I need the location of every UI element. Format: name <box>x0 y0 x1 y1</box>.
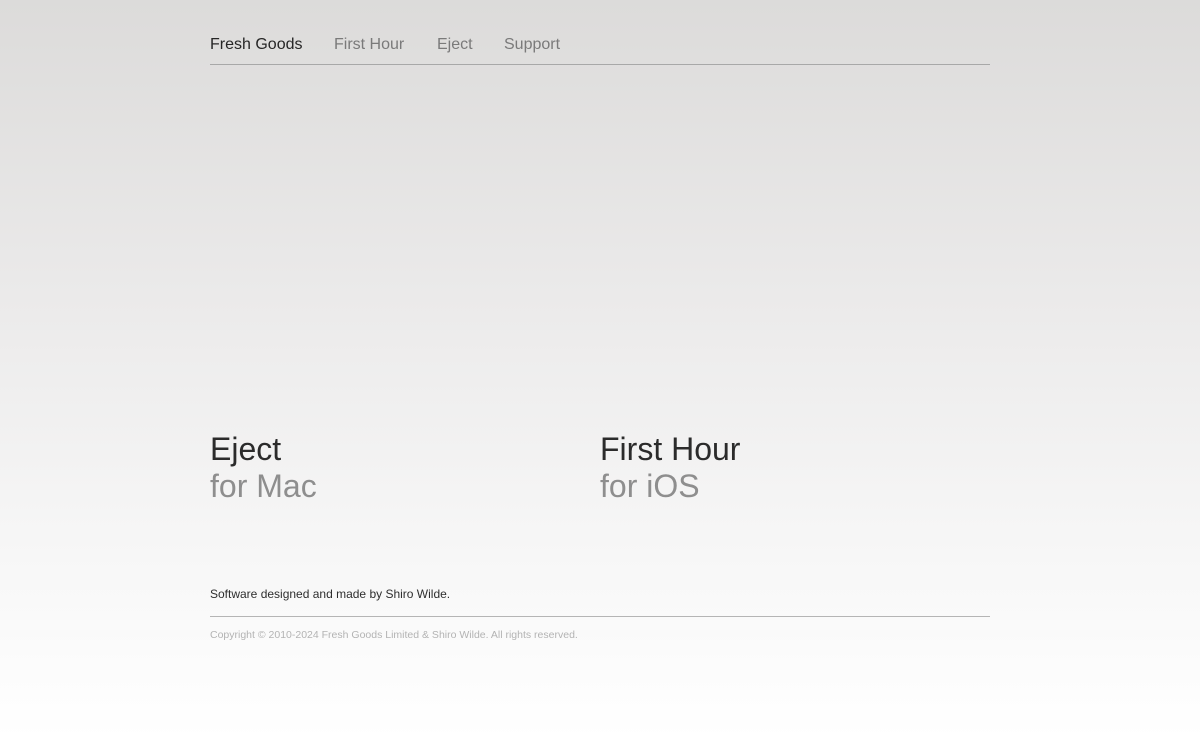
footer-copyright: Copyright © 2010-2024 Fresh Goods Limite… <box>210 629 578 641</box>
nav-item-first-hour[interactable]: First Hour <box>334 36 404 54</box>
top-navigation: Fresh Goods First Hour Eject Support <box>210 34 990 65</box>
products-section: Eject for Mac First Hour for iOS <box>210 430 990 510</box>
product-eject-platform: for Mac <box>210 468 317 504</box>
page-container: Fresh Goods First Hour Eject Support Eje… <box>210 0 990 740</box>
product-first-hour-name: First Hour <box>600 431 741 467</box>
product-eject-name: Eject <box>210 431 282 467</box>
product-eject-link[interactable]: Eject for Mac <box>210 430 317 504</box>
footer-credit: Software designed and made by Shiro Wild… <box>210 587 451 601</box>
nav-item-support[interactable]: Support <box>504 36 560 54</box>
nav-brand-link[interactable]: Fresh Goods <box>210 36 302 54</box>
footer-divider <box>210 616 990 617</box>
product-first-hour-platform: for iOS <box>600 468 700 504</box>
nav-item-eject[interactable]: Eject <box>437 36 473 54</box>
product-first-hour-link[interactable]: First Hour for iOS <box>600 430 740 504</box>
